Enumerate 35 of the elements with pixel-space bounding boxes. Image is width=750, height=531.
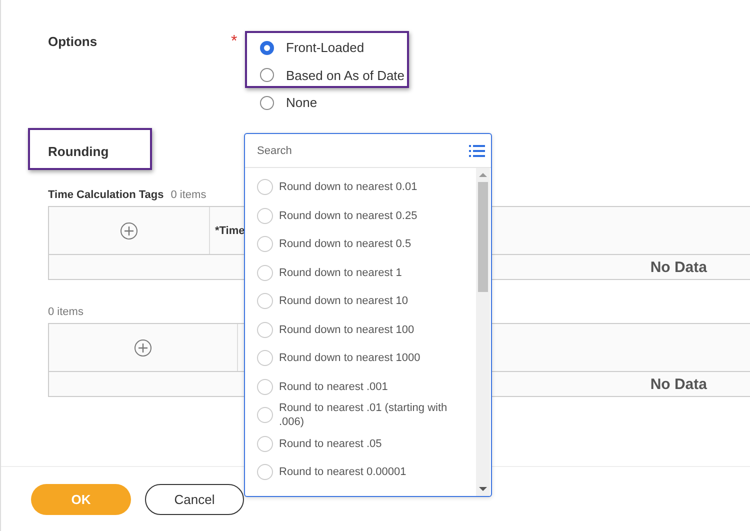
add-icon[interactable]: [120, 222, 138, 240]
rounding-label: Rounding: [48, 144, 109, 159]
dropdown-option[interactable]: Round down to nearest 0.5: [257, 230, 476, 258]
table-title: Time Calculation Tags: [48, 189, 164, 201]
scrollbar-thumb[interactable]: [478, 182, 488, 292]
required-mark: *: [231, 33, 238, 52]
options-label: Options: [48, 34, 98, 51]
dropdown-option[interactable]: Round down to nearest 0.25: [257, 202, 476, 230]
dropdown-option[interactable]: Round down to nearest 1000: [257, 344, 476, 372]
dropdown-option[interactable]: Round down to nearest 100: [257, 316, 476, 344]
radio-icon[interactable]: [260, 40, 274, 55]
search-field[interactable]: Search: [257, 144, 469, 156]
radio-icon[interactable]: [260, 68, 274, 82]
radio-option[interactable]: Based on As of Date: [260, 67, 405, 84]
list-icon[interactable]: [469, 144, 485, 158]
item-count: 0 items: [170, 189, 206, 201]
scrollbar[interactable]: [476, 168, 490, 496]
item-count: 0 items: [48, 306, 84, 318]
dropdown-option[interactable]: Round down to nearest 1: [257, 258, 476, 287]
dropdown-option[interactable]: Round to nearest .001: [257, 372, 476, 401]
radio-option[interactable]: None: [260, 94, 405, 111]
scroll-up-icon[interactable]: [479, 172, 487, 178]
column-header: *Time: [215, 224, 245, 236]
dropdown-option[interactable]: Round down to nearest 10: [257, 287, 476, 316]
dropdown-option[interactable]: Round to nearest .05: [257, 430, 476, 458]
empty-message: No Data: [650, 258, 707, 276]
scroll-down-icon[interactable]: [479, 486, 487, 492]
cancel-button[interactable]: Cancel: [145, 484, 244, 515]
radio-icon[interactable]: [260, 96, 274, 110]
radio-option[interactable]: Front-Loaded: [260, 40, 405, 56]
empty-message: No Data: [650, 376, 707, 392]
dropdown-option[interactable]: Round to nearest 0.00001: [257, 458, 476, 486]
add-icon[interactable]: [134, 338, 152, 356]
dropdown-option[interactable]: Round down to nearest 0.01: [257, 173, 476, 202]
dropdown-option[interactable]: Round to nearest .01 (starting with .006): [257, 401, 476, 430]
